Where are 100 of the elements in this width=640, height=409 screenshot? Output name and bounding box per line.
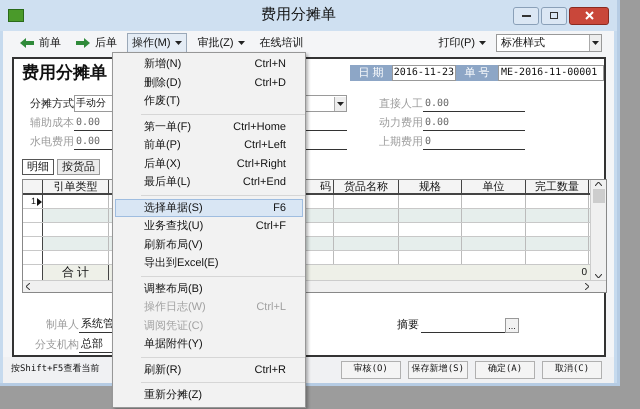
- menu-item[interactable]: 前单(P) Ctrl+Left: [115, 136, 303, 154]
- window-title: 费用分摊单: [260, 5, 337, 26]
- toolbar-label: 后单: [95, 36, 117, 51]
- dropdown-button[interactable]: [589, 35, 601, 51]
- number-field[interactable]: ME-2016-11-00001: [498, 65, 604, 81]
- field-label: 分摊方式: [29, 96, 74, 112]
- field-label: 摘要: [397, 318, 420, 332]
- shortcut-label: Ctrl+F: [256, 219, 286, 234]
- column-header: 引单类型: [43, 180, 109, 193]
- menu-item[interactable]: 业务查找(U) Ctrl+F: [115, 217, 303, 236]
- print-button[interactable]: 打印(P): [434, 33, 490, 53]
- shortcut-label: Ctrl+D: [254, 76, 286, 90]
- left-arrow-icon: [19, 37, 35, 49]
- menu-item-label: 刷新布局(V): [144, 238, 203, 252]
- select-value: 标准样式: [501, 36, 545, 51]
- action-button[interactable]: 审核(O): [340, 361, 401, 379]
- menu-button[interactable]: 审批(Z): [192, 33, 250, 53]
- menu-item-label: 单据附件(Y): [144, 337, 203, 352]
- menu-item-label: 重新分摊(Z): [144, 388, 202, 403]
- maximize-button[interactable]: [541, 6, 567, 24]
- menu-item-label: 调整布局(B): [144, 282, 203, 296]
- menu-item-label: 新增(N): [144, 56, 182, 72]
- status-hint: 按Shift+F5查看当前: [11, 363, 100, 376]
- column-header: 完工数量: [526, 180, 589, 193]
- number-label: 单 号: [456, 65, 498, 81]
- field-label: 动力费用: [378, 116, 423, 130]
- column-header: 规格: [399, 180, 462, 193]
- menu-item[interactable]: 新增(N) Ctrl+N: [115, 55, 303, 74]
- menu-label: 操作(M): [132, 36, 170, 51]
- shortcut-label: Ctrl+R: [254, 362, 286, 378]
- menu-item[interactable]: 刷新布局(V): [115, 236, 303, 254]
- caret-icon: [479, 41, 486, 45]
- action-button[interactable]: 确定(A): [475, 361, 535, 379]
- shortcut-label: Ctrl+Home: [233, 120, 286, 134]
- menu-item[interactable]: 选择单据(S) F6: [115, 198, 303, 217]
- date-label: 日 期: [350, 65, 392, 81]
- tab[interactable]: 明细: [22, 159, 54, 175]
- toolbar-button[interactable]: 前单: [15, 33, 65, 53]
- minimize-button[interactable]: [513, 6, 539, 24]
- menu-item-label: 前单(P): [144, 138, 181, 153]
- dropdown-button[interactable]: [334, 96, 346, 110]
- row-pointer-icon: [37, 198, 42, 206]
- menu-item-label: 刷新(R): [144, 362, 182, 378]
- row-header: [23, 265, 43, 280]
- menu-item-label: 业务查找(U): [144, 219, 204, 234]
- date-field[interactable]: 2016-11-23: [392, 65, 456, 81]
- menu-item[interactable]: 重新分摊(Z): [115, 386, 303, 404]
- field-label: 制单人: [45, 318, 79, 332]
- menu-item-label: 最后单(L): [144, 175, 190, 190]
- row-header: [23, 209, 43, 222]
- menu-item-label: 调阅凭证(C): [144, 318, 204, 334]
- caret-icon: [337, 102, 344, 106]
- menu-item[interactable]: 删除(D) Ctrl+D: [115, 74, 303, 92]
- app-icon: [8, 9, 24, 22]
- row-number: 1: [30, 194, 36, 208]
- shortcut-label: Ctrl+N: [254, 57, 286, 72]
- shortcut-label: Ctrl+Left: [244, 138, 286, 153]
- menu-item[interactable]: 调整布局(B): [115, 280, 303, 298]
- menu-item-label: 操作日志(W): [144, 300, 206, 315]
- caret-icon: [592, 41, 599, 45]
- total-label: 合 计: [43, 265, 109, 280]
- scroll-down-icon: [595, 274, 602, 278]
- field-label: 上期费用: [378, 134, 423, 150]
- form-heading: 费用分摊单: [22, 62, 107, 84]
- style-select[interactable]: 标准样式: [496, 34, 602, 52]
- total-quantity: 0: [580, 266, 588, 280]
- action-button[interactable]: 保存新增(S): [408, 361, 468, 379]
- menu-item-label: 第一单(F): [144, 120, 192, 134]
- vertical-scrollbar[interactable]: [590, 180, 606, 280]
- field-label: 水电费用: [29, 134, 74, 150]
- toolbar-link[interactable]: 在线培训: [256, 33, 308, 53]
- menu-item[interactable]: 作废(T): [115, 92, 303, 110]
- caret-icon: [174, 41, 182, 45]
- close-icon: [584, 11, 594, 20]
- menu-item-label: 导出到Excel(E): [144, 256, 219, 271]
- select-value: 手动分: [76, 96, 106, 111]
- caret-icon: [238, 41, 245, 45]
- menu-item[interactable]: 第一单(F) Ctrl+Home: [115, 118, 303, 136]
- action-button[interactable]: 取消(C): [542, 361, 602, 379]
- menu-label: 审批(Z): [198, 36, 234, 51]
- shortcut-label: Ctrl+L: [256, 300, 286, 315]
- toolbar-label: 前单: [39, 36, 61, 51]
- menu-item[interactable]: 后单(X) Ctrl+Right: [115, 154, 303, 173]
- close-button[interactable]: [569, 6, 609, 24]
- menu-item[interactable]: 导出到Excel(E): [115, 254, 303, 272]
- print-label: 打印(P): [438, 36, 475, 51]
- column-header: 货品名称: [334, 180, 399, 193]
- field-label: 直接人工: [378, 96, 423, 112]
- right-arrow-icon: [75, 37, 91, 49]
- menu-item[interactable]: 刷新(R) Ctrl+R: [115, 360, 303, 379]
- menu-item[interactable]: 单据附件(Y): [115, 335, 303, 354]
- column-header: 单位: [462, 180, 526, 193]
- scroll-thumb[interactable]: [592, 189, 604, 203]
- field-label: 辅助成本: [29, 116, 74, 130]
- toolbar-button[interactable]: 后单: [71, 33, 121, 53]
- menu-button[interactable]: 操作(M): [127, 33, 186, 53]
- browse-button[interactable]: ...: [505, 318, 519, 333]
- scroll-up-icon: [595, 182, 602, 186]
- tab[interactable]: 按货品: [57, 159, 100, 175]
- menu-item-label: 后单(X): [144, 156, 181, 172]
